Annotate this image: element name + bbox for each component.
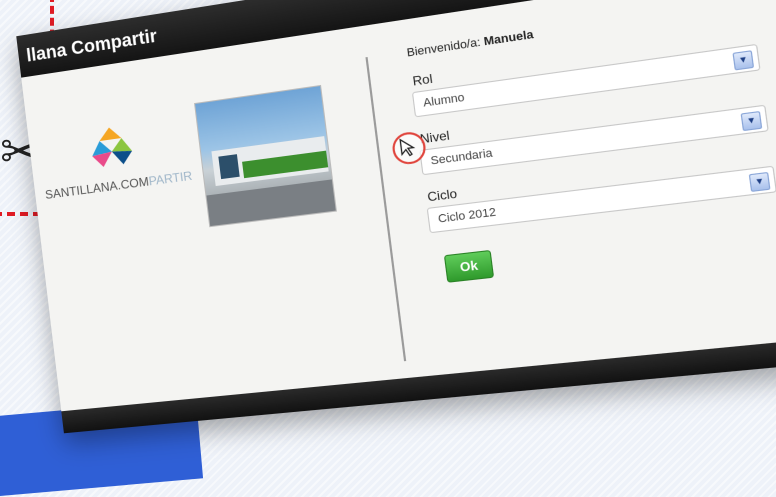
chevron-down-icon[interactable]: ▼	[732, 50, 755, 71]
chevron-down-icon[interactable]: ▼	[748, 171, 771, 192]
rol-value: Alumno	[422, 91, 466, 110]
logo-wordmark: SANTILLANA.COMPARTIR	[44, 166, 216, 202]
logo-text-accent: PARTIR	[147, 168, 194, 189]
santillana-logo-icon	[90, 125, 134, 169]
app-scene: llana Compartir SANTILLANA.COMPARTIR Bie…	[16, 0, 776, 434]
nivel-value: Secundaria	[429, 147, 494, 168]
cursor-icon	[398, 137, 418, 158]
school-building-photo	[194, 84, 337, 228]
welcome-name: Manuela	[483, 28, 535, 49]
chevron-down-icon[interactable]: ▼	[740, 110, 763, 132]
brand-logo: SANTILLANA.COMPARTIR	[38, 109, 216, 202]
welcome-prefix: Bienvenido/a:	[406, 36, 482, 60]
left-pane: SANTILLANA.COMPARTIR	[21, 27, 402, 412]
ok-button[interactable]: Ok	[443, 249, 495, 283]
app-window: llana Compartir SANTILLANA.COMPARTIR Bie…	[16, 0, 776, 434]
logo-text-main: SANTILLANA.COM	[44, 174, 150, 202]
login-form: Bienvenido/a: Manuela Rol Alumno ▼ Nivel…	[406, 0, 776, 284]
ciclo-value: Ciclo 2012	[437, 206, 497, 226]
